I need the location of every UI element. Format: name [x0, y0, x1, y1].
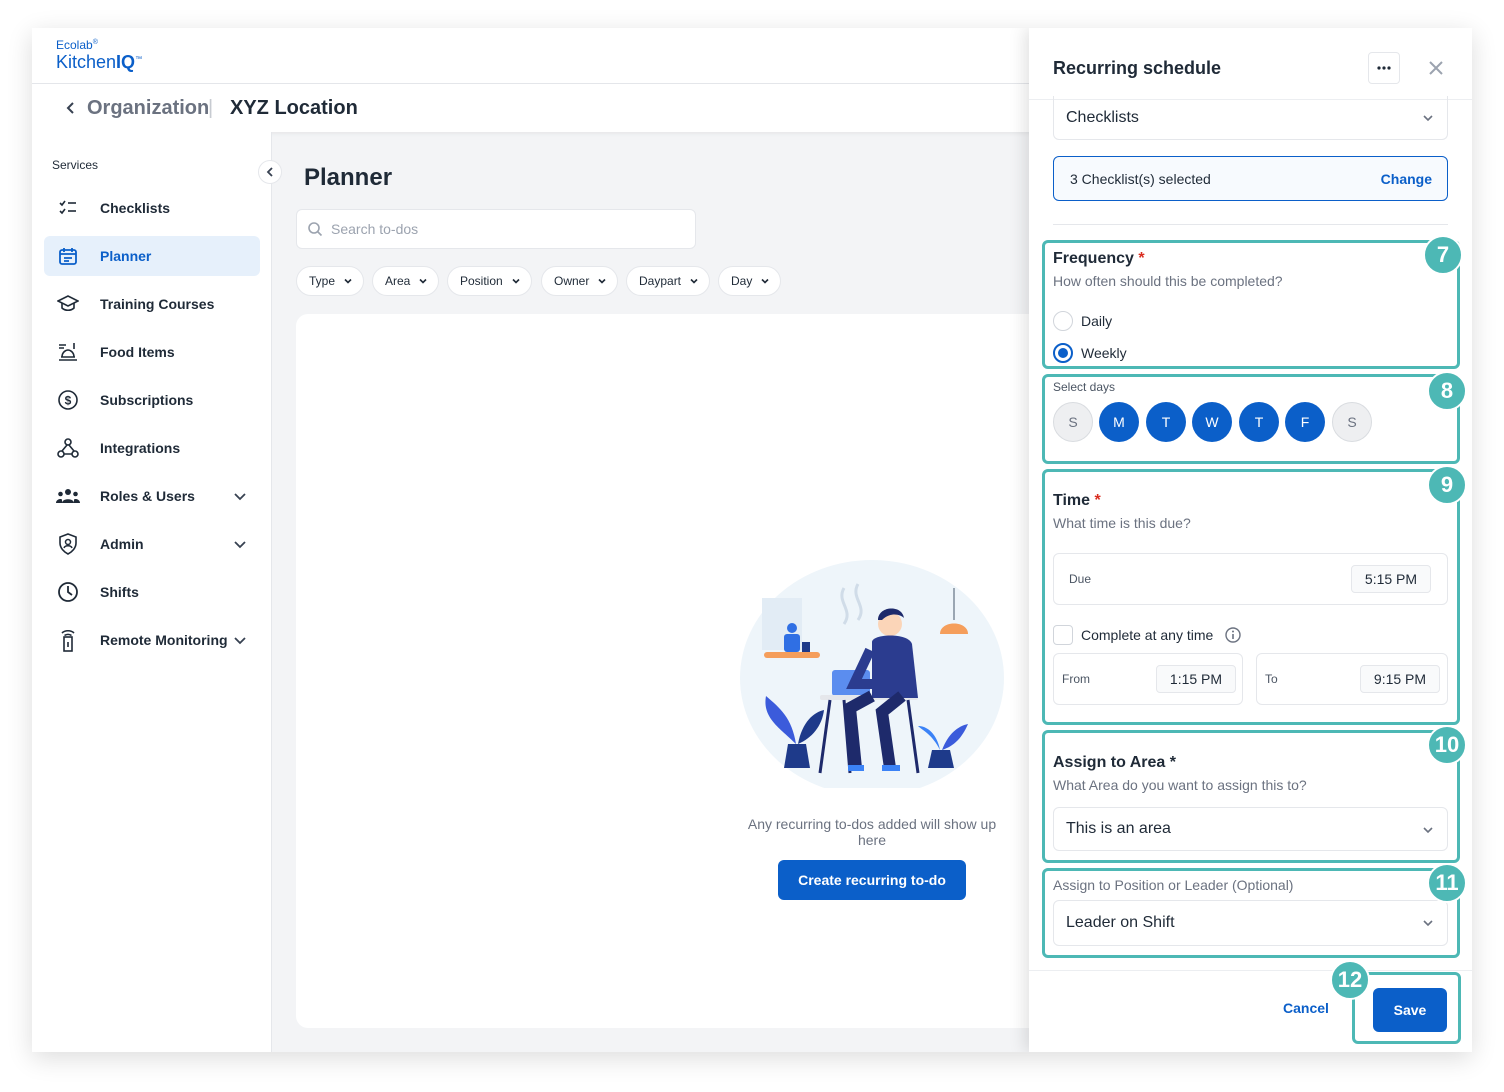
step-badge: 9	[1427, 465, 1467, 505]
sidebar-item-food-items[interactable]: Food Items	[44, 332, 260, 372]
more-options-button[interactable]	[1368, 52, 1400, 84]
create-recurring-todo-button[interactable]: Create recurring to-do	[778, 860, 966, 900]
sidebar-item-checklists[interactable]: Checklists	[44, 188, 260, 228]
recurring-schedule-drawer: Recurring schedule Checklists 3 Checklis…	[1029, 28, 1472, 1052]
highlight-position	[1042, 868, 1460, 958]
filter-label: Position	[460, 274, 503, 288]
users-icon	[56, 484, 80, 508]
logo: Ecolab® KitchenIQ™	[56, 38, 143, 72]
integrations-icon	[56, 436, 80, 460]
filter-day[interactable]: Day	[718, 266, 782, 296]
logo-product-suffix: IQ	[116, 52, 136, 72]
food-tray-icon	[56, 340, 80, 364]
chevron-down-icon	[761, 278, 769, 284]
checklists-selected-box: 3 Checklist(s) selected Change	[1053, 156, 1448, 201]
highlight-time	[1042, 469, 1460, 725]
checklist-icon	[56, 196, 80, 220]
type-select-value: Checklists	[1066, 108, 1139, 126]
sidebar-item-label: Remote Monitoring	[100, 632, 228, 648]
sidebar-item-roles-users[interactable]: Roles & Users	[44, 476, 260, 516]
filter-position[interactable]: Position	[447, 266, 532, 296]
step-badge: 8	[1427, 371, 1467, 411]
breadcrumb-separator: |	[208, 97, 214, 119]
sidebar-item-label: Roles & Users	[100, 488, 195, 504]
filter-label: Day	[731, 274, 753, 288]
sidebar-item-label: Food Items	[100, 344, 175, 360]
filter-owner[interactable]: Owner	[541, 266, 619, 296]
logo-product-prefix: Kitchen	[56, 52, 117, 72]
drawer-header: Recurring schedule	[1029, 28, 1472, 100]
sensor-icon	[56, 628, 80, 652]
shield-icon	[56, 532, 80, 556]
sidebar-item-planner[interactable]: Planner	[44, 236, 260, 276]
breadcrumb-organization[interactable]: Organization	[87, 97, 209, 120]
type-select[interactable]: Checklists	[1053, 96, 1448, 140]
search-icon	[308, 222, 323, 237]
sidebar-item-admin[interactable]: Admin	[44, 524, 260, 564]
highlight-area	[1042, 730, 1460, 863]
close-icon[interactable]	[1426, 58, 1446, 78]
sidebar-item-label: Shifts	[100, 584, 139, 600]
highlight-frequency	[1042, 240, 1460, 369]
breadcrumb-location: XYZ Location	[230, 97, 358, 119]
filter-label: Area	[385, 274, 411, 288]
sidebar-section-title: Services	[52, 158, 99, 172]
highlight-days	[1042, 374, 1460, 464]
change-checklists-link[interactable]: Change	[1381, 171, 1432, 187]
filter-area[interactable]: Area	[372, 266, 440, 296]
filter-label: Daypart	[639, 274, 682, 288]
sidebar-item-label: Training Courses	[100, 296, 215, 312]
sidebar-item-subscriptions[interactable]: $ Subscriptions	[44, 380, 260, 420]
chevron-down-icon	[232, 488, 248, 504]
search-input[interactable]	[331, 221, 671, 237]
empty-state-text: Any recurring to-dos added will show up …	[747, 816, 997, 848]
empty-state-illustration	[740, 560, 1004, 788]
sidebar: Services Checklists Planner Training Cou…	[32, 132, 272, 1052]
more-dots-icon	[1377, 66, 1391, 70]
sidebar-item-label: Planner	[100, 248, 152, 264]
chevron-down-icon	[512, 278, 520, 284]
sidebar-item-remote-monitoring[interactable]: Remote Monitoring	[44, 620, 260, 660]
chevron-down-icon	[419, 278, 427, 284]
logo-brand: Ecolab	[56, 38, 93, 52]
sidebar-item-label: Integrations	[100, 440, 181, 456]
chevron-down-icon	[232, 536, 248, 552]
filter-daypart[interactable]: Daypart	[626, 266, 711, 296]
drawer-title: Recurring schedule	[1053, 58, 1222, 78]
filter-type[interactable]: Type	[296, 266, 365, 296]
page-title: Planner	[304, 164, 393, 191]
chevron-down-icon	[690, 278, 698, 284]
sidebar-collapse-button[interactable]	[258, 160, 282, 184]
sidebar-item-integrations[interactable]: Integrations	[44, 428, 260, 468]
clock-icon	[56, 580, 80, 604]
filter-label: Owner	[554, 274, 590, 288]
chevron-left-icon	[266, 167, 273, 177]
dollar-circle-icon: $	[56, 388, 80, 412]
sidebar-item-training-courses[interactable]: Training Courses	[44, 284, 260, 324]
cancel-button[interactable]: Cancel	[1283, 1000, 1329, 1016]
chevron-down-icon	[344, 278, 352, 284]
calendar-icon	[56, 244, 80, 268]
graduation-cap-icon	[56, 292, 80, 316]
step-badge: 7	[1423, 235, 1463, 275]
back-chevron-icon[interactable]	[62, 99, 80, 117]
chevron-down-icon	[1423, 115, 1433, 122]
chevron-down-icon	[598, 278, 606, 284]
app-window: Ecolab® KitchenIQ™ Organization | XYZ Lo…	[32, 28, 1472, 1052]
sidebar-item-shifts[interactable]: Shifts	[44, 572, 260, 612]
step-badge: 10	[1427, 725, 1467, 765]
chevron-down-icon	[232, 632, 248, 648]
step-badge: 11	[1427, 863, 1467, 903]
search-box[interactable]	[296, 209, 696, 249]
checklists-selected-text: 3 Checklist(s) selected	[1070, 170, 1211, 187]
divider	[1053, 224, 1448, 225]
svg-text:$: $	[65, 394, 72, 408]
sidebar-item-label: Checklists	[100, 200, 171, 216]
filter-label: Type	[309, 274, 336, 288]
sidebar-item-label: Admin	[100, 536, 144, 552]
step-badge: 12	[1330, 960, 1370, 1000]
sidebar-item-label: Subscriptions	[100, 392, 194, 408]
